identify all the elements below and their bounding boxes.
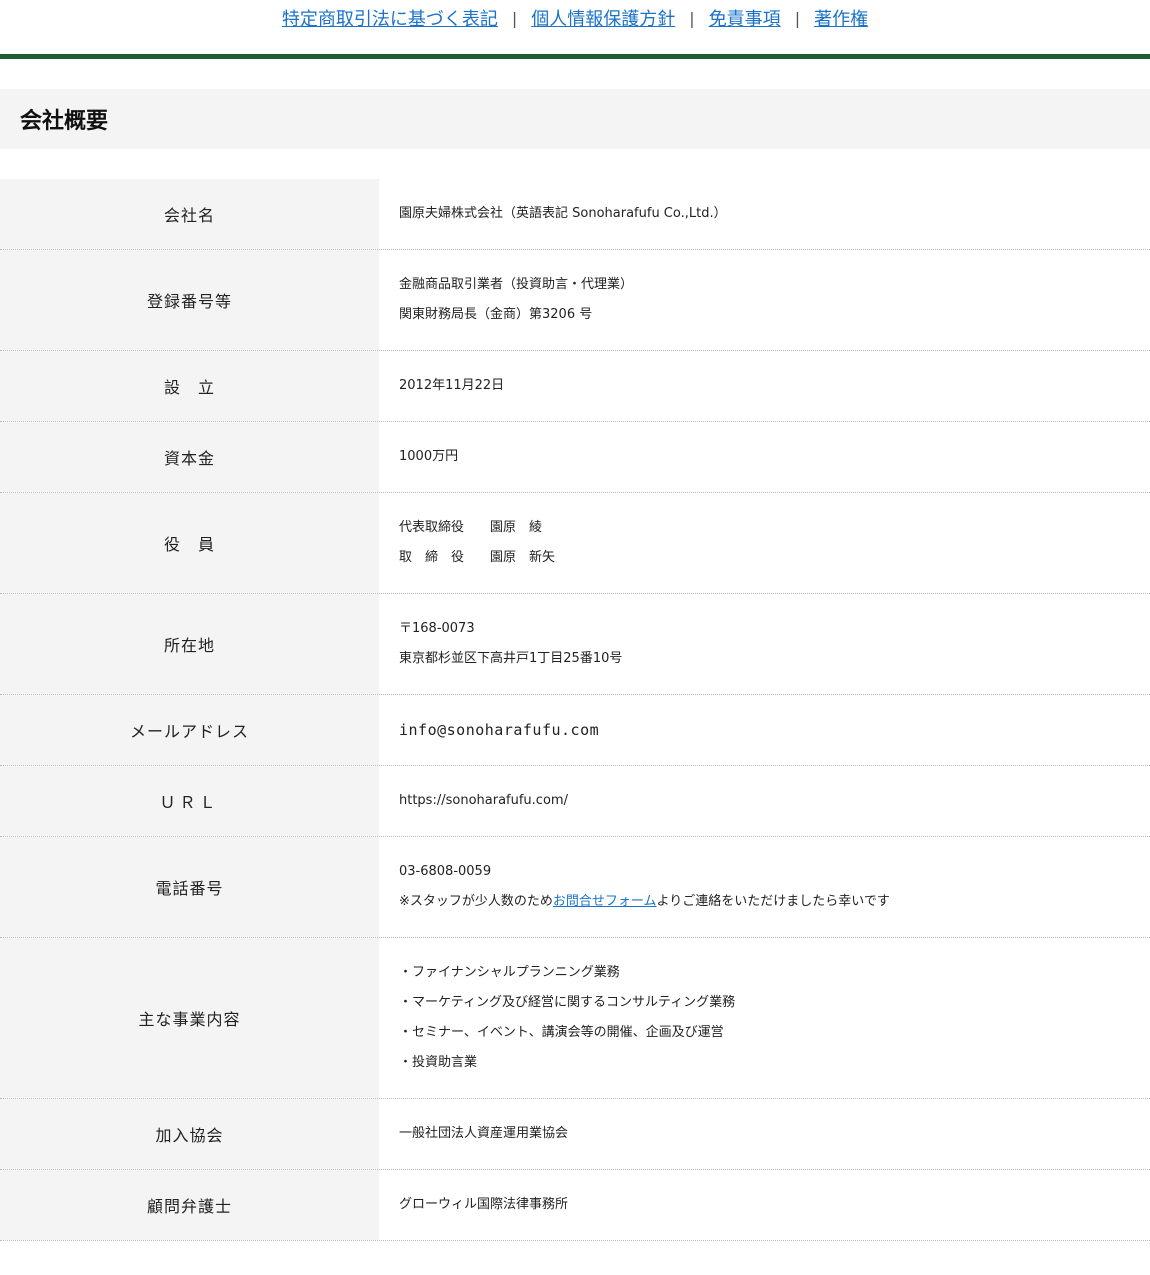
established-value: 2012年11月22日 [399,378,505,393]
page-title: 会社概要 [20,108,109,134]
business-item: ・ファイナンシャルプランニング業務 [399,965,620,980]
row-label: ＵＲＬ [0,766,379,836]
table-row-established: 設 立 2012年11月22日 [0,351,1150,422]
association-value: 一般社団法人資産運用業協会 [399,1126,569,1141]
footer-nav: 特定商取引法に基づく表記 | 個人情報保護方針 | 免責事項 | 著作権 [0,0,1150,40]
nav-link-commercial-law[interactable]: 特定商取引法に基づく表記 [282,5,498,31]
nav-link-copyright[interactable]: 著作権 [814,5,868,31]
phone-note-suffix: よりご連絡をいただけましたら幸いです [656,894,890,909]
row-value: 1000万円 [379,422,1150,492]
table-row-business: 主な事業内容 ・ファイナンシャルプランニング業務 ・マーケティング及び経営に関す… [0,938,1150,1099]
row-label: 主な事業内容 [0,938,379,1098]
business-item: ・セミナー、イベント、講演会等の開催、企画及び運営 [399,1025,724,1040]
row-label: 顧問弁護士 [0,1170,379,1240]
row-label: 会社名 [0,179,379,249]
row-value: 園原夫婦株式会社（英語表記 Sonoharafufu Co.,Ltd.） [379,179,1150,249]
registration-line: 関東財務局長（金商）第3206 号 [399,307,593,322]
phone-number: 03-6808-0059 [399,864,492,879]
registration-line: 金融商品取引業者（投資助言・代理業） [399,277,634,292]
row-value: ・ファイナンシャルプランニング業務 ・マーケティング及び経営に関するコンサルティ… [379,938,1150,1098]
officer-line: 取 締 役 園原 新矢 [399,550,556,565]
section-header: 会社概要 [0,89,1150,149]
row-value: 金融商品取引業者（投資助言・代理業） 関東財務局長（金商）第3206 号 [379,250,1150,350]
table-row-lawyer: 顧問弁護士 グローウィル国際法律事務所 [0,1170,1150,1241]
row-label: 資本金 [0,422,379,492]
table-row-capital: 資本金 1000万円 [0,422,1150,493]
url-value: https://sonoharafufu.com/ [399,793,568,808]
street-address: 東京都杉並区下高井戸1丁目25番10号 [399,651,623,666]
row-label: 加入協会 [0,1099,379,1169]
row-value: 代表取締役 園原 綾 取 締 役 園原 新矢 [379,493,1150,593]
row-value: 03-6808-0059 ※スタッフが少人数のためお問合せフォームよりご連絡をい… [379,837,1150,937]
row-label: 所在地 [0,594,379,694]
business-item: ・マーケティング及び経営に関するコンサルティング業務 [399,995,736,1010]
nav-link-privacy-policy[interactable]: 個人情報保護方針 [531,5,675,31]
green-divider [0,54,1150,59]
company-name-value: 園原夫婦株式会社（英語表記 Sonoharafufu Co.,Ltd.） [399,206,727,221]
email-value: info@sonoharafufu.com [399,721,600,739]
company-profile-table: 会社名 園原夫婦株式会社（英語表記 Sonoharafufu Co.,Ltd.）… [0,179,1150,1241]
capital-value: 1000万円 [399,449,459,464]
row-value: info@sonoharafufu.com [379,695,1150,765]
table-row-email: メールアドレス info@sonoharafufu.com [0,695,1150,766]
table-row-company-name: 会社名 園原夫婦株式会社（英語表記 Sonoharafufu Co.,Ltd.） [0,179,1150,250]
phone-note-prefix: ※スタッフが少人数のため [399,894,553,909]
business-item: ・投資助言業 [399,1055,478,1070]
row-value: 一般社団法人資産運用業協会 [379,1099,1150,1169]
contact-form-link[interactable]: お問合せフォーム [553,894,657,909]
table-row-url: ＵＲＬ https://sonoharafufu.com/ [0,766,1150,837]
row-value: グローウィル国際法律事務所 [379,1170,1150,1240]
postal-code: 〒168-0073 [399,621,475,636]
row-label: 登録番号等 [0,250,379,350]
nav-separator: | [794,8,801,28]
table-row-registration: 登録番号等 金融商品取引業者（投資助言・代理業） 関東財務局長（金商）第3206… [0,250,1150,351]
table-row-officers: 役 員 代表取締役 園原 綾 取 締 役 園原 新矢 [0,493,1150,594]
row-value: 〒168-0073 東京都杉並区下高井戸1丁目25番10号 [379,594,1150,694]
officer-line: 代表取締役 園原 綾 [399,520,543,535]
table-row-address: 所在地 〒168-0073 東京都杉並区下高井戸1丁目25番10号 [0,594,1150,695]
row-label: メールアドレス [0,695,379,765]
phone-note: ※スタッフが少人数のためお問合せフォームよりご連絡をいただけましたら幸いです [399,887,1150,917]
row-label: 設 立 [0,351,379,421]
nav-separator: | [511,8,518,28]
table-row-association: 加入協会 一般社団法人資産運用業協会 [0,1099,1150,1170]
footer-nav-links: 特定商取引法に基づく表記 | 個人情報保護方針 | 免責事項 | 著作権 [282,5,868,31]
table-row-phone: 電話番号 03-6808-0059 ※スタッフが少人数のためお問合せフォームより… [0,837,1150,938]
nav-separator: | [689,8,695,28]
row-value: 2012年11月22日 [379,351,1150,421]
row-value: https://sonoharafufu.com/ [379,766,1150,836]
row-label: 電話番号 [0,837,379,937]
lawyer-value: グローウィル国際法律事務所 [399,1197,569,1212]
nav-link-disclaimer[interactable]: 免責事項 [709,5,781,31]
row-label: 役 員 [0,493,379,593]
